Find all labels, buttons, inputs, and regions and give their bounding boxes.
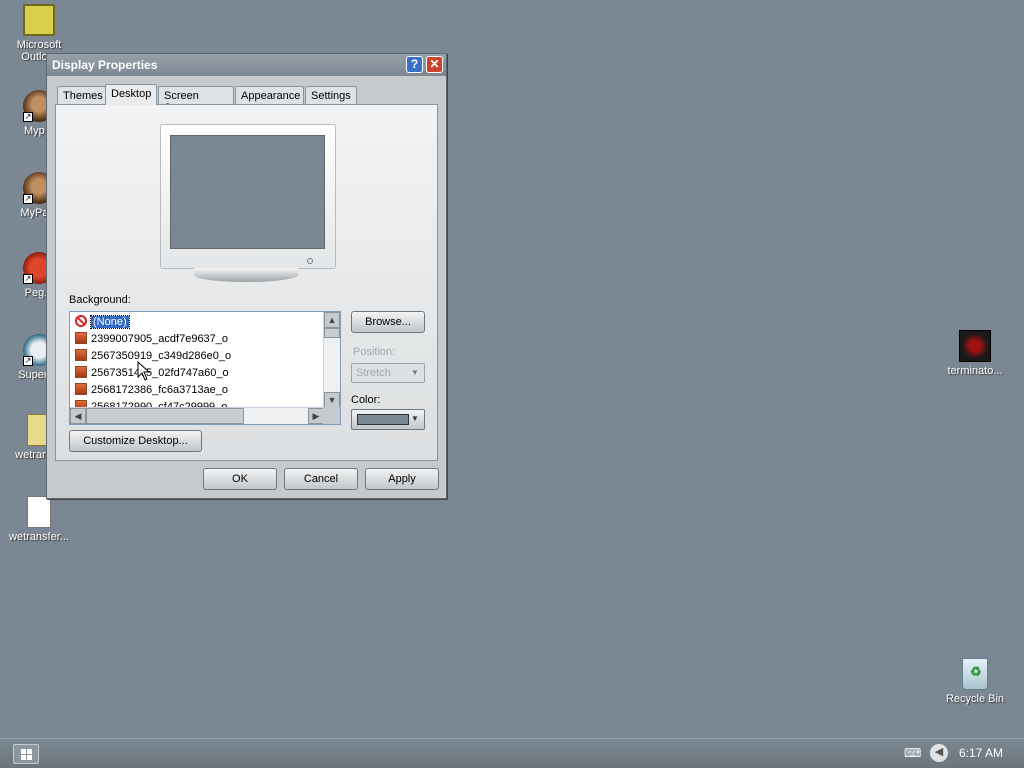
outlook-icon — [23, 4, 55, 36]
desktop-icon-terminator[interactable]: terminato... — [936, 330, 1014, 377]
desktop-icon-wetransfer[interactable]: wetransfer... — [0, 496, 78, 543]
recycle-bin-icon: ♻ — [962, 658, 988, 690]
desktop-preview-screen — [170, 135, 325, 249]
monitor-preview — [160, 124, 336, 269]
mouse-pointer-icon — [137, 361, 151, 381]
position-value: Stretch — [356, 367, 391, 379]
image-file-icon — [75, 349, 87, 361]
none-icon — [75, 315, 87, 327]
horizontal-scrollbar[interactable]: ◀ ▶ — [70, 407, 324, 424]
display-properties-dialog: Display Properties ? ✕ Themes Desktop Sc… — [46, 53, 447, 499]
shortcut-arrow-icon: ↗ — [23, 194, 33, 204]
list-item[interactable]: (None) — [75, 314, 130, 330]
clock[interactable]: 6:17 AM — [959, 746, 1003, 760]
tab-themes[interactable]: Themes — [57, 86, 106, 105]
chevron-down-icon: ▼ — [411, 414, 419, 423]
color-swatch — [357, 414, 409, 425]
desktop-tab-panel: Background: (None) 2399007905_acdf7e9637… — [55, 104, 438, 461]
dialog-titlebar[interactable]: Display Properties ? ✕ — [47, 54, 446, 76]
tab-settings[interactable]: Settings — [305, 86, 357, 105]
color-picker-button[interactable]: ▼ — [351, 409, 425, 430]
apply-button[interactable]: Apply — [365, 468, 439, 490]
scroll-down-icon[interactable]: ▼ — [324, 392, 340, 408]
power-led-icon — [307, 258, 313, 264]
background-label: Background: — [69, 294, 131, 306]
image-file-icon — [75, 366, 87, 378]
shortcut-arrow-icon: ↗ — [23, 356, 33, 366]
taskbar: ⌨ ◀ 6:17 AM — [0, 738, 1024, 768]
position-label: Position: — [353, 346, 396, 358]
ok-button[interactable]: OK — [203, 468, 277, 490]
shortcut-arrow-icon: ↗ — [23, 112, 33, 122]
chevron-down-icon: ▼ — [411, 368, 419, 377]
customize-desktop-button[interactable]: Customize Desktop... — [69, 430, 202, 452]
desktop-icon-label: terminato... — [947, 365, 1003, 377]
vertical-scrollbar[interactable]: ▲ ▼ — [323, 312, 340, 408]
file-icon — [27, 496, 51, 528]
horizontal-scroll-thumb[interactable] — [86, 408, 244, 424]
video-file-icon — [959, 330, 991, 362]
desktop-icon-recycle-bin[interactable]: ♻ Recycle Bin — [936, 658, 1014, 705]
image-file-icon — [75, 332, 87, 344]
show-hidden-icons-icon[interactable]: ◀ — [930, 744, 948, 762]
shortcut-arrow-icon: ↗ — [23, 274, 33, 284]
start-grid-icon — [21, 749, 26, 754]
list-item[interactable]: 2567351475_02fd747a60_o — [75, 365, 229, 381]
color-label: Color: — [351, 394, 381, 406]
keyboard-icon[interactable]: ⌨ — [904, 746, 921, 760]
scroll-left-icon[interactable]: ◀ — [70, 408, 86, 424]
vertical-scroll-thumb[interactable] — [324, 328, 340, 338]
tab-screen-saver[interactable]: Screen Saver — [158, 86, 234, 114]
start-grid-icon — [27, 749, 32, 754]
cancel-button[interactable]: Cancel — [284, 468, 358, 490]
list-item[interactable]: 2567350919_c349d286e0_o — [75, 348, 231, 364]
dialog-title: Display Properties — [52, 58, 158, 72]
tab-appearance[interactable]: Appearance — [235, 86, 304, 105]
start-button[interactable] — [13, 744, 39, 764]
tab-desktop[interactable]: Desktop — [105, 84, 157, 105]
start-grid-icon — [21, 755, 26, 760]
scroll-right-icon[interactable]: ▶ — [308, 408, 324, 424]
position-select[interactable]: Stretch ▼ — [351, 363, 425, 383]
scroll-corner — [323, 407, 340, 424]
list-item[interactable]: 2399007905_acdf7e9637_o — [75, 331, 228, 347]
background-list[interactable]: (None) 2399007905_acdf7e9637_o 256735091… — [69, 311, 341, 425]
desktop-icon-label: wetransfer... — [9, 531, 69, 543]
image-file-icon — [75, 383, 87, 395]
monitor-stand — [194, 268, 298, 282]
help-icon[interactable]: ? — [406, 56, 423, 73]
close-icon[interactable]: ✕ — [426, 56, 443, 73]
list-item[interactable]: 2568172386_fc6a3713ae_o — [75, 382, 228, 398]
start-grid-icon — [27, 755, 32, 760]
desktop-icon-label: Recycle Bin — [945, 693, 1005, 705]
scroll-up-icon[interactable]: ▲ — [324, 312, 340, 328]
browse-button[interactable]: Browse... — [351, 311, 425, 333]
